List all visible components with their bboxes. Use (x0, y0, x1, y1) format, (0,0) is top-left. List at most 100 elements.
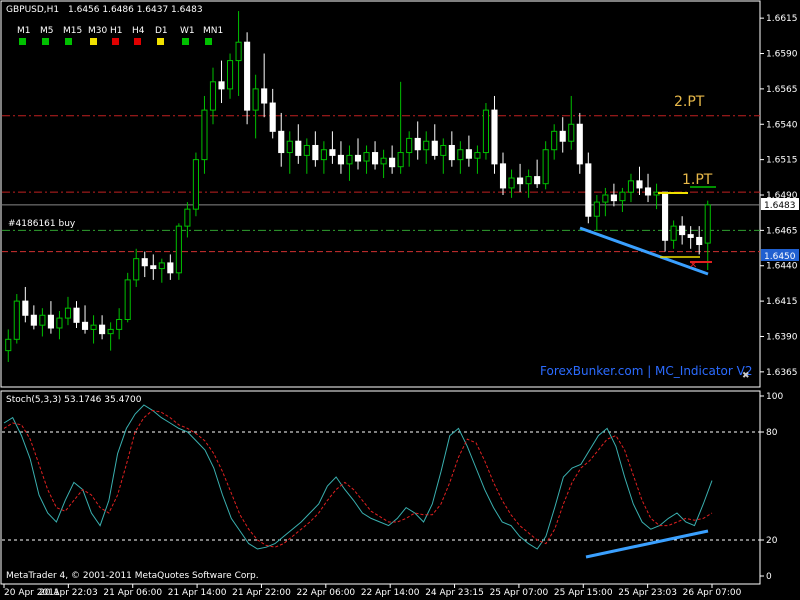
timeframe-indicator: M1 M5 M15 M30 H1 H4 D1 W1 MN1 (17, 26, 223, 45)
target-2-label: 2.PT (674, 94, 705, 110)
time-tick-label: 22 Apr 14:00 (361, 588, 420, 598)
candle-body (124, 279, 131, 321)
timeframe-status-dot (112, 38, 119, 45)
candle-body (133, 258, 140, 281)
candle-body (542, 149, 549, 185)
stoch-tick-label: 20 (766, 536, 778, 546)
timeframe-status-dot (182, 38, 189, 45)
candle-body (192, 159, 199, 210)
candle-body (397, 152, 404, 168)
stoch-tick-label: 0 (766, 572, 772, 582)
timeframe-status-dot (19, 38, 26, 45)
candle-body (209, 81, 217, 111)
candle-body (201, 109, 208, 161)
timeframe-label: H1 (110, 26, 123, 36)
candle-body (354, 154, 362, 162)
candle-body (670, 225, 677, 241)
timeframe-label: M1 (17, 26, 31, 36)
candle-body (244, 41, 251, 111)
timeframe-label: M5 (40, 26, 54, 36)
candle-body (559, 130, 566, 142)
copyright-text: MetaTrader 4, © 2001-2011 MetaQuotes Sof… (6, 571, 259, 581)
candle-body (235, 41, 242, 62)
candle-body (491, 109, 498, 165)
candle-body (218, 81, 225, 90)
candle-body (465, 149, 472, 159)
ohlc-values: 1.6456 1.6486 1.6437 1.6483 (68, 5, 203, 15)
price-tick-label: 1.6540 (766, 120, 798, 130)
timeframe-status-dot (65, 38, 72, 45)
candle-body (593, 201, 600, 217)
candle-body (107, 328, 114, 335)
candle-body (363, 152, 370, 162)
time-tick-label: 21 Apr 06:00 (103, 588, 162, 598)
candle-body (687, 234, 694, 238)
time-tick-label: 25 Apr 15:00 (554, 588, 613, 598)
timeframe-label: MN1 (203, 26, 223, 36)
current-price-badge: 1.6483 (764, 201, 796, 211)
candle-body (534, 176, 541, 185)
price-tick-label: 1.6365 (766, 368, 798, 378)
candle-body (337, 154, 344, 165)
price-tick-label: 1.6415 (766, 297, 798, 307)
time-tick-label: 24 Apr 23:15 (425, 588, 484, 598)
candle-body (662, 191, 669, 241)
candle-body (158, 262, 165, 270)
price-tick-label: 1.6615 (766, 14, 798, 24)
candle-body (482, 109, 490, 154)
price-tick-label: 1.6515 (766, 156, 798, 166)
candle-body (30, 314, 37, 326)
price-tick-label: 1.6390 (766, 332, 798, 342)
candle-body (303, 144, 310, 156)
stoch-tick-label: 100 (766, 392, 783, 402)
time-tick-label: 22 Apr 06:00 (296, 588, 355, 598)
candle-body (286, 140, 293, 154)
candle-body (440, 144, 447, 156)
candle-body (602, 194, 609, 203)
candle-body (47, 314, 54, 329)
candle-body (73, 307, 80, 323)
candle-body (320, 149, 327, 161)
stoch-divergence-line (585, 529, 709, 559)
candle-body (39, 314, 46, 326)
candle-body (474, 152, 481, 159)
candle-body (499, 163, 507, 189)
price-tick-label: 1.6465 (766, 226, 798, 236)
chart-canvas: 1.66151.65901.65651.65401.65151.64901.64… (0, 0, 799, 598)
candle-body (99, 324, 106, 335)
candle-body (696, 236, 703, 246)
brand-text: ForexBunker.com | MC_Indicator V2 (540, 364, 752, 378)
candle-body (576, 123, 583, 165)
target-1-label: 1.PT (682, 172, 713, 188)
timeframe-label: M15 (63, 26, 82, 36)
price-tick-label: 1.6565 (766, 85, 798, 95)
timeframe-status-dot (205, 38, 212, 45)
candle-body (90, 324, 97, 330)
candle-body (551, 130, 558, 151)
close-icon[interactable]: ✖ (742, 371, 750, 381)
time-tick-label: 21 Apr 14:00 (168, 588, 227, 598)
candle-body (175, 225, 182, 274)
time-tick-label: 20 Apr 22:03 (39, 588, 98, 598)
candle-body (56, 317, 63, 329)
candle-body (295, 140, 302, 156)
candle-body (372, 152, 379, 165)
candle-body (431, 140, 438, 156)
candle-body (610, 194, 617, 202)
stoch-signal-line (3, 409, 713, 548)
candle-body (150, 265, 157, 270)
candle-body (525, 176, 532, 185)
price-tick-label: 1.6590 (766, 50, 798, 60)
candle-body (457, 149, 464, 161)
candle-body (64, 307, 72, 319)
candle-body (585, 163, 592, 217)
stoch-label: Stoch(5,3,3) 53.1746 35.4700 (6, 395, 142, 405)
candle-body (448, 144, 455, 161)
candle-body (5, 338, 12, 352)
timeframe-label: D1 (155, 26, 168, 36)
candle-body (636, 180, 643, 189)
timeframe-label: M30 (88, 26, 107, 36)
stoch-main-line (3, 404, 713, 550)
time-tick-label: 21 Apr 22:00 (232, 588, 291, 598)
candle-body (81, 321, 89, 330)
